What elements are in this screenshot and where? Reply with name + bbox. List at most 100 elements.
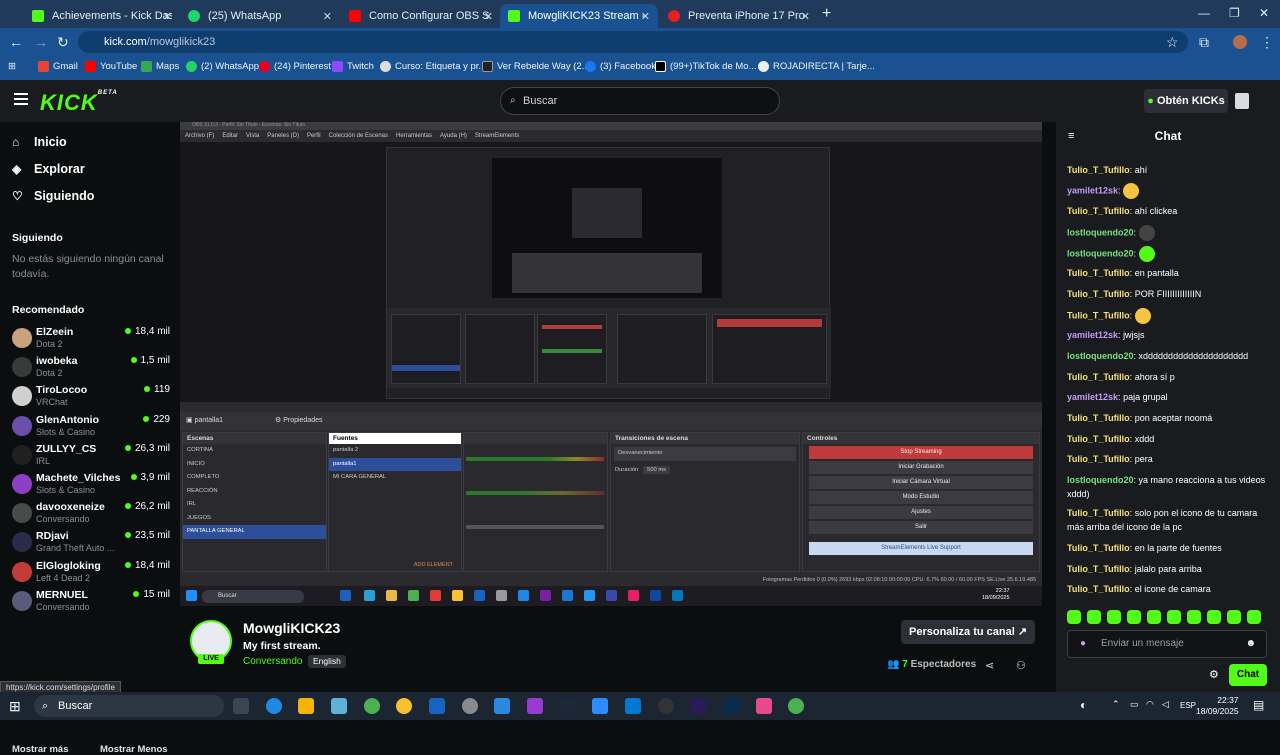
tab-obs-tutorial[interactable]: Como Configurar OBS Studio 2✕ — [341, 4, 501, 28]
recommended-channel[interactable]: ElGlogloking Left 4 Dead 2 18,4 mil — [12, 558, 170, 586]
chat-message[interactable]: yamilet12sk: — [1067, 183, 1271, 199]
gear-icon[interactable]: ⚙ — [275, 417, 281, 424]
scene-item[interactable]: INICIO — [183, 458, 326, 472]
restore-icon[interactable]: ❐ — [1229, 6, 1240, 20]
chat-username[interactable]: Tulio_T_Tufillo — [1067, 206, 1130, 216]
chat-send-button[interactable]: Chat — [1229, 664, 1267, 686]
chat-message[interactable]: Tulio_T_Tufillo: ahí clickea — [1067, 204, 1271, 218]
scene-item-selected[interactable]: PANTALLA GENERAL — [183, 525, 326, 539]
tab-whatsapp[interactable]: (25) WhatsApp ✕ — [180, 4, 340, 28]
chat-message[interactable]: yamilet12sk: paja grupal — [1067, 390, 1271, 404]
chat-message[interactable]: Tulio_T_Tufillo: pera — [1067, 452, 1271, 466]
menu-icon[interactable]: ⋮ — [1260, 34, 1274, 51]
emote-icon[interactable] — [1087, 610, 1101, 624]
recommended-channel[interactable]: ElZeein Dota 2 18,4 mil — [12, 324, 170, 352]
zoom-icon[interactable] — [592, 698, 608, 714]
new-tab-icon[interactable]: + — [822, 5, 831, 23]
apps-icon[interactable]: ⊞ — [8, 61, 16, 72]
transition-select[interactable]: Desvanecimiento — [614, 447, 796, 461]
emote-icon[interactable] — [1147, 610, 1161, 624]
emote-icon[interactable] — [1067, 610, 1081, 624]
chat-message[interactable]: Tulio_T_Tufillo: en la parte de fuentes — [1067, 541, 1271, 555]
close-icon[interactable]: ✕ — [163, 10, 172, 23]
language-indicator[interactable]: ESP — [1180, 701, 1196, 710]
close-icon[interactable]: ✕ — [484, 10, 493, 23]
show-less-button[interactable]: Mostrar Menos — [100, 744, 168, 755]
virtual-camera-button[interactable]: Iniciar Cámara Virtual — [809, 476, 1033, 489]
source-item-selected[interactable]: pantalla1 — [329, 457, 461, 471]
bookmark-maps[interactable]: Maps — [141, 61, 179, 72]
emote-icon[interactable] — [1127, 610, 1141, 624]
chat-username[interactable]: Tulio_T_Tufillo — [1067, 584, 1130, 594]
volume-icon[interactable]: ◁ — [1162, 699, 1169, 710]
emote-icon[interactable] — [1187, 610, 1201, 624]
chrome-icon[interactable] — [788, 698, 804, 714]
chat-message[interactable]: Tulio_T_Tufillo: xddd — [1067, 432, 1271, 446]
chat-username[interactable]: yamilet12sk — [1067, 330, 1118, 340]
customize-channel-button[interactable]: Personaliza tu canal ↗ — [901, 620, 1035, 644]
user-add-icon[interactable]: ⚇ — [1016, 659, 1026, 672]
hamburger-menu-icon[interactable] — [14, 93, 28, 108]
recommended-channel[interactable]: iwobeka Dota 2 1,5 mil — [12, 353, 170, 381]
close-icon[interactable]: ✕ — [801, 10, 810, 23]
chat-message[interactable]: Tulio_T_Tufillo: ahí — [1067, 163, 1271, 177]
chat-username[interactable]: Tulio_T_Tufillo — [1067, 310, 1130, 320]
sidebar-item-explorar[interactable]: ◈ Explorar — [12, 162, 85, 176]
sidebar-item-inicio[interactable]: ⌂ Inicio — [12, 135, 67, 149]
chat-username[interactable]: Tulio_T_Tufillo — [1067, 434, 1130, 444]
bookmark-gmail[interactable]: Gmail — [38, 61, 78, 72]
photoshop-icon[interactable] — [723, 698, 739, 714]
settings-app-icon[interactable] — [462, 698, 478, 714]
emote-icon[interactable] — [1247, 610, 1261, 624]
back-icon[interactable]: ← — [9, 34, 23, 50]
url-field[interactable]: kick.com/mowglikick23 — [78, 31, 1188, 53]
chat-username[interactable]: Tulio_T_Tufillo — [1067, 508, 1130, 518]
emote-icon[interactable] — [1207, 610, 1221, 624]
kick-logo[interactable]: KICKBETA — [40, 90, 118, 116]
taskbar-search[interactable]: ⌕ Buscar — [34, 695, 224, 717]
share-icon[interactable]: ⋖ — [985, 659, 994, 672]
emote-icon[interactable] — [1167, 610, 1181, 624]
chat-message[interactable]: Tulio_T_Tufillo: — [1067, 308, 1271, 324]
chat-message[interactable]: lostloquendo20: ya mano reacciona a tus … — [1067, 473, 1271, 501]
bookmark-star-icon[interactable]: ☆ — [1166, 34, 1179, 51]
scene-item[interactable]: CORTINA — [183, 444, 326, 458]
store-icon[interactable] — [331, 698, 347, 714]
app-icon[interactable] — [494, 698, 510, 714]
edge-icon[interactable] — [266, 698, 282, 714]
language-tag[interactable]: English — [308, 655, 346, 668]
taskbar-clock[interactable]: 22:37 18/09/2025 — [1196, 695, 1239, 717]
chrome-icon[interactable] — [396, 698, 412, 714]
wifi-icon[interactable]: ◠ — [1146, 699, 1154, 710]
app-icon[interactable] — [756, 698, 772, 714]
chat-username[interactable]: lostloquendo20 — [1067, 475, 1134, 485]
recommended-channel[interactable]: MERNUEL Conversando 15 mil — [12, 587, 170, 615]
app-icon[interactable] — [625, 698, 641, 714]
search-input[interactable]: ⌕ Buscar — [500, 87, 780, 115]
close-icon[interactable]: ✕ — [641, 10, 650, 23]
chat-message[interactable]: yamilet12sk: jwjsjs — [1067, 328, 1271, 342]
app-icon[interactable] — [527, 698, 543, 714]
source-item[interactable]: pantalla 2 — [329, 444, 461, 458]
chrome-icon[interactable] — [364, 698, 380, 714]
chat-message[interactable]: Tulio_T_Tufillo: el icone de camara — [1067, 582, 1271, 596]
chat-username[interactable]: Tulio_T_Tufillo — [1067, 543, 1130, 553]
recommended-channel[interactable]: ZULLYY_CS IRL 26,3 mil — [12, 441, 170, 469]
recommended-channel[interactable]: Machete_Vilches Slots & Casino 3,9 mil — [12, 470, 170, 498]
channel-name[interactable]: MowgliKICK23 — [243, 620, 340, 636]
start-recording-button[interactable]: Iniciar Grabación — [809, 461, 1033, 474]
chat-message[interactable]: lostloquendo20: — [1067, 246, 1271, 262]
premiere-icon[interactable] — [690, 698, 706, 714]
bookmark-whatsapp[interactable]: (2) WhatsApp — [186, 61, 259, 72]
chat-message[interactable]: Tulio_T_Tufillo: jalalo para arriba — [1067, 562, 1271, 576]
settings-button[interactable]: Ajustes — [809, 506, 1033, 519]
emote-icon[interactable] — [1107, 610, 1121, 624]
chat-username[interactable]: lostloquendo20 — [1067, 248, 1134, 258]
task-view-icon[interactable] — [233, 698, 249, 714]
stop-streaming-button[interactable]: Stop Streaming — [809, 446, 1033, 459]
bookmark-rebelde-way[interactable]: Ver Rebelde Way (2... — [482, 61, 590, 72]
chat-message[interactable]: Tulio_T_Tufillo: en pantalla — [1067, 266, 1271, 280]
chat-message[interactable]: Tulio_T_Tufillo: solo pon el icono de tu… — [1067, 506, 1271, 534]
bookmark-tiktok[interactable]: (99+)TikTok de Mo... — [655, 61, 757, 72]
forward-icon[interactable]: → — [34, 34, 48, 50]
